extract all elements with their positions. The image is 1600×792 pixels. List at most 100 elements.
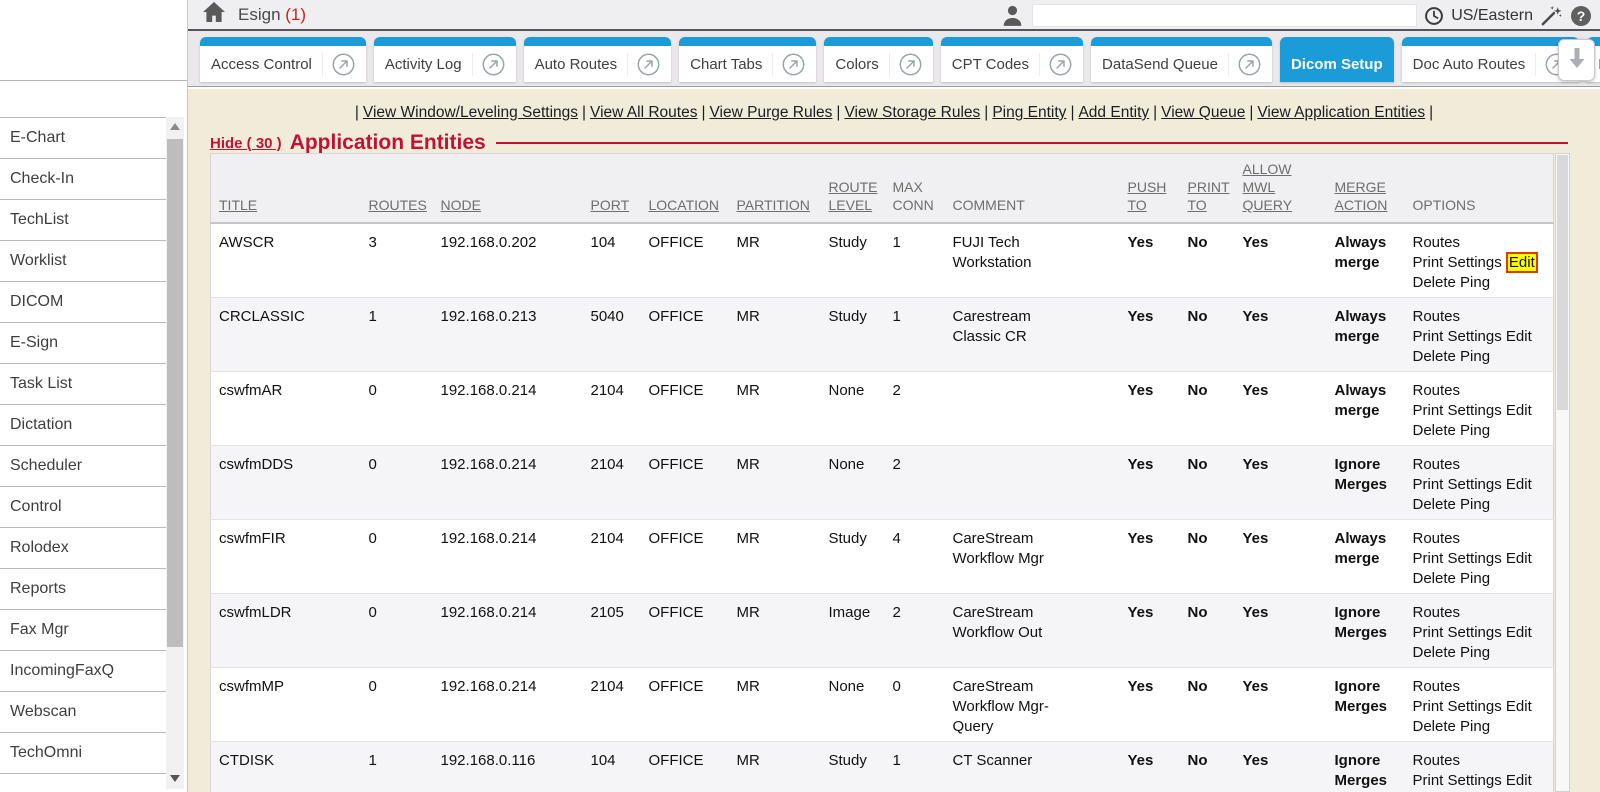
sidebar-item-control[interactable]: Control — [0, 487, 166, 528]
scroll-up-button[interactable] — [166, 117, 184, 135]
popout-icon[interactable] — [1039, 53, 1072, 76]
hide-link[interactable]: Hide ( 30 ) — [210, 135, 282, 152]
option-link-edit[interactable]: Edit — [1506, 772, 1532, 789]
sidebar-item-e-chart[interactable]: E-Chart — [0, 118, 166, 159]
link-view-queue[interactable]: View Queue — [1161, 104, 1245, 121]
popout-icon[interactable] — [627, 53, 660, 76]
option-link-print-settings[interactable]: Print Settings — [1413, 772, 1502, 789]
sort-link[interactable]: ALLOW MWL QUERY — [1243, 161, 1293, 213]
option-link-edit[interactable]: Edit — [1506, 624, 1532, 641]
more-tabs-button[interactable] — [1558, 39, 1595, 81]
option-link-routes[interactable]: Routes — [1413, 678, 1461, 695]
option-link-delete[interactable]: Delete — [1413, 348, 1456, 365]
table-scrollbar[interactable] — [1555, 153, 1570, 792]
sort-link[interactable]: PARTITION — [737, 197, 810, 213]
tab-doc-auto-routes[interactable]: Doc Auto Routes — [1402, 37, 1580, 82]
option-link-print-settings[interactable]: Print Settings — [1413, 698, 1502, 715]
link-view-application-entities[interactable]: View Application Entities — [1257, 104, 1425, 121]
option-link-edit[interactable]: Edit — [1506, 550, 1532, 567]
sidebar-item-fax-mgr[interactable]: Fax Mgr — [0, 610, 166, 651]
sort-link[interactable]: MERGE ACTION — [1335, 179, 1388, 213]
popout-icon[interactable] — [889, 53, 922, 76]
option-link-ping[interactable]: Ping — [1460, 570, 1490, 587]
scroll-down-button[interactable] — [166, 769, 184, 787]
popout-icon[interactable] — [472, 53, 505, 76]
sort-link[interactable]: ROUTE LEVEL — [829, 179, 878, 213]
sidebar-item-task-list[interactable]: Task List — [0, 364, 166, 405]
option-link-edit[interactable]: Edit — [1506, 698, 1532, 715]
sort-link[interactable]: NODE — [441, 197, 481, 213]
option-link-edit[interactable]: Edit — [1506, 476, 1532, 493]
sidebar-item-techomni[interactable]: TechOmni — [0, 733, 166, 774]
sidebar-item-rolodex[interactable]: Rolodex — [0, 528, 166, 569]
option-link-routes[interactable]: Routes — [1413, 530, 1461, 547]
option-link-print-settings[interactable]: Print Settings — [1413, 624, 1502, 641]
sort-link[interactable]: PUSH TO — [1128, 179, 1167, 213]
option-link-ping[interactable]: Ping — [1460, 644, 1490, 661]
option-link-edit[interactable]: Edit — [1506, 328, 1532, 345]
option-link-print-settings[interactable]: Print Settings — [1413, 254, 1502, 271]
option-link-edit[interactable]: Edit — [1506, 402, 1532, 419]
option-link-ping[interactable]: Ping — [1460, 718, 1490, 735]
option-link-ping[interactable]: Ping — [1460, 496, 1490, 513]
tab-dicom-setup[interactable]: Dicom Setup — [1280, 37, 1394, 82]
sidebar-item-reports[interactable]: Reports — [0, 569, 166, 610]
sidebar-item-webscan[interactable]: Webscan — [0, 692, 166, 733]
link-view-storage-rules[interactable]: View Storage Rules — [844, 104, 980, 121]
sort-link[interactable]: PORT — [591, 197, 630, 213]
tab-colors[interactable]: Colors — [824, 37, 932, 82]
sidebar-item-techlist[interactable]: TechList — [0, 200, 166, 241]
option-link-routes[interactable]: Routes — [1413, 456, 1461, 473]
tab-datasend-queue[interactable]: DataSend Queue — [1091, 37, 1272, 82]
sidebar-scrollbar-thumb[interactable] — [167, 139, 183, 647]
sort-link[interactable]: ROUTES — [369, 197, 427, 213]
sidebar-item-incomingfaxq[interactable]: IncomingFaxQ — [0, 651, 166, 692]
option-link-routes[interactable]: Routes — [1413, 604, 1461, 621]
sidebar-item-dicom[interactable]: DICOM — [0, 282, 166, 323]
sidebar-scrollbar[interactable] — [166, 117, 184, 789]
wand-icon[interactable] — [1540, 4, 1563, 27]
option-link-print-settings[interactable]: Print Settings — [1413, 550, 1502, 567]
link-add-entity[interactable]: Add Entity — [1078, 104, 1149, 121]
popout-icon[interactable] — [1228, 53, 1261, 76]
option-link-routes[interactable]: Routes — [1413, 382, 1461, 399]
option-link-delete[interactable]: Delete — [1413, 718, 1456, 735]
option-link-print-settings[interactable]: Print Settings — [1413, 328, 1502, 345]
option-link-delete[interactable]: Delete — [1413, 422, 1456, 439]
search-input[interactable] — [1032, 4, 1417, 27]
tab-auto-routes[interactable]: Auto Routes — [524, 37, 672, 82]
option-link-print-settings[interactable]: Print Settings — [1413, 476, 1502, 493]
sort-link[interactable]: PRINT TO — [1188, 179, 1230, 213]
sidebar-item-e-sign[interactable]: E-Sign — [0, 323, 166, 364]
link-view-all-routes[interactable]: View All Routes — [590, 104, 697, 121]
link-ping-entity[interactable]: Ping Entity — [992, 104, 1066, 121]
tab-access-control[interactable]: Access Control — [200, 37, 366, 82]
option-link-ping[interactable]: Ping — [1460, 422, 1490, 439]
link-view-window-leveling-settings[interactable]: View Window/Leveling Settings — [363, 104, 578, 121]
option-link-ping[interactable]: Ping — [1460, 274, 1490, 291]
option-link-routes[interactable]: Routes — [1413, 308, 1461, 325]
option-link-delete[interactable]: Delete — [1413, 644, 1456, 661]
sort-link[interactable]: TITLE — [219, 197, 257, 213]
tab-activity-log[interactable]: Activity Log — [374, 37, 516, 82]
option-link-routes[interactable]: Routes — [1413, 234, 1461, 251]
option-link-routes[interactable]: Routes — [1413, 752, 1461, 769]
option-link-print-settings[interactable]: Print Settings — [1413, 402, 1502, 419]
popout-icon[interactable] — [772, 53, 805, 76]
option-link-edit[interactable]: Edit — [1506, 252, 1538, 273]
option-link-delete[interactable]: Delete — [1413, 496, 1456, 513]
option-link-delete[interactable]: Delete — [1413, 570, 1456, 587]
help-icon[interactable]: ? — [1570, 5, 1592, 27]
tab-cpt-codes[interactable]: CPT Codes — [941, 37, 1083, 82]
link-view-purge-rules[interactable]: View Purge Rules — [709, 104, 832, 121]
sidebar-item-dictation[interactable]: Dictation — [0, 405, 166, 446]
table-scrollbar-thumb[interactable] — [1557, 155, 1568, 410]
sidebar-item-check-in[interactable]: Check-In — [0, 159, 166, 200]
tab-chart-tabs[interactable]: Chart Tabs — [679, 37, 816, 82]
popout-icon[interactable] — [322, 53, 355, 76]
option-link-ping[interactable]: Ping — [1460, 348, 1490, 365]
option-link-delete[interactable]: Delete — [1413, 274, 1456, 291]
sidebar-item-worklist[interactable]: Worklist — [0, 241, 166, 282]
home-button[interactable] — [202, 1, 226, 28]
sidebar-item-scheduler[interactable]: Scheduler — [0, 446, 166, 487]
